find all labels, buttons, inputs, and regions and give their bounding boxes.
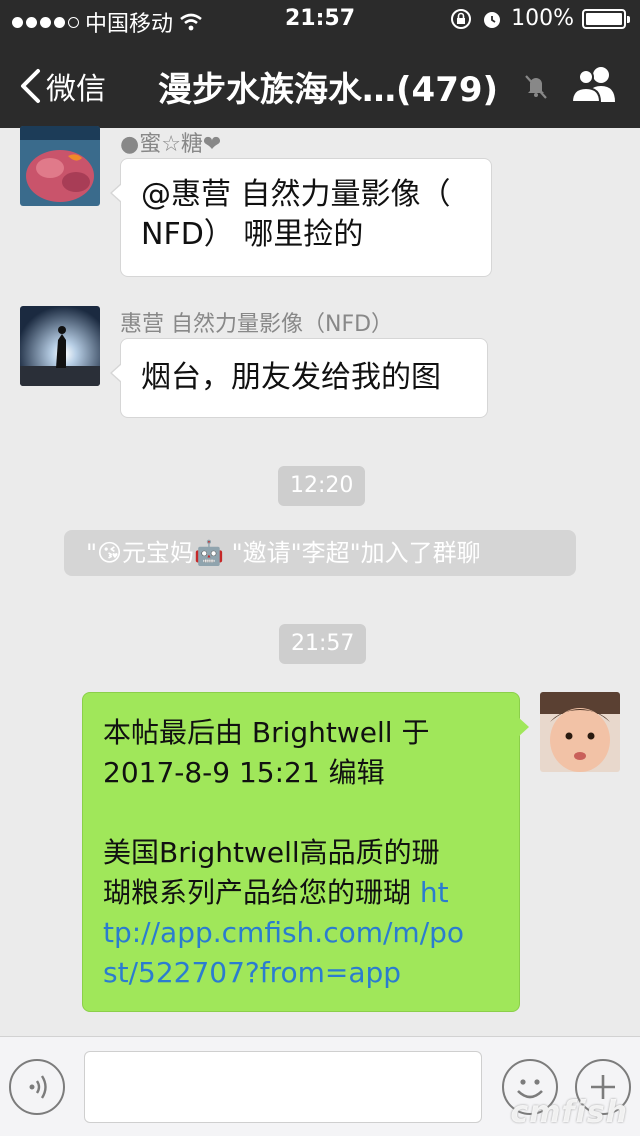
message-text-line: 本帖最后由 Brightwell 于 [103, 716, 430, 749]
group-members-icon[interactable] [570, 64, 618, 104]
back-button[interactable]: 微信 [18, 64, 106, 108]
message-bubble[interactable]: @惠营 自然力量影像（ NFD） 哪里捡的 [110, 158, 492, 277]
message-link[interactable]: tp://app.cmfish.com/m/po [103, 913, 501, 953]
voice-icon [29, 1075, 47, 1099]
battery-percent: 100% [511, 6, 574, 31]
avatar[interactable] [20, 306, 100, 386]
chevron-left-icon [21, 69, 40, 103]
system-message: "😘元宝妈🤖 "邀请"李超"加入了群聊 [64, 530, 576, 576]
status-bar: 中国移动 21:57 100% [0, 0, 640, 40]
battery-icon [582, 8, 630, 29]
message-input[interactable] [84, 1051, 482, 1123]
message-link[interactable]: ht [420, 876, 449, 909]
sender-name: ●蜜☆糖❤ [120, 132, 222, 157]
message-text-line: 瑚粮系列产品给您的珊瑚 ht [103, 873, 501, 913]
message-text-line: @惠营 自然力量影像（ [141, 177, 451, 212]
message-bubble[interactable]: 烟台，朋友发给我的图 [110, 338, 488, 418]
message-text-line: 美国Brightwell高品质的珊 [103, 836, 440, 869]
sunset-silhouette-avatar-image [20, 306, 100, 386]
message-text-line: 2017-8-9 15:21 编辑 [103, 756, 385, 789]
coral-avatar-image [20, 126, 100, 206]
timestamp: 21:57 [279, 624, 367, 664]
rotation-lock-icon [451, 8, 472, 29]
message-text-line: 烟台，朋友发给我的图 [141, 360, 441, 395]
alarm-icon [484, 11, 501, 28]
input-bar: cmfish [0, 1036, 640, 1136]
message-text: 瑚粮系列产品给您的珊瑚 [103, 876, 420, 909]
message-text-line: NFD） 哪里捡的 [141, 217, 364, 252]
watermark: cmfish [510, 1095, 628, 1130]
nav-bar: 微信 漫步水族海水…(479) [0, 40, 640, 128]
status-right: 100% [449, 6, 630, 31]
chat-title: 漫步水族海水…(479) [158, 70, 499, 110]
own-avatar[interactable] [540, 692, 620, 772]
own-message-bubble[interactable]: 本帖最后由 Brightwell 于 2017-8-9 15:21 编辑 美国B… [82, 692, 529, 1012]
sender-name: 惠营 自然力量影像（NFD） [120, 312, 394, 337]
baby-avatar-image [540, 692, 620, 772]
message-link[interactable]: st/522707?from=app [103, 953, 501, 993]
avatar[interactable] [20, 126, 100, 206]
voice-button[interactable] [9, 1059, 65, 1115]
back-label: 微信 [46, 72, 106, 107]
mute-bell-icon [525, 75, 547, 99]
timestamp: 12:20 [278, 466, 366, 506]
